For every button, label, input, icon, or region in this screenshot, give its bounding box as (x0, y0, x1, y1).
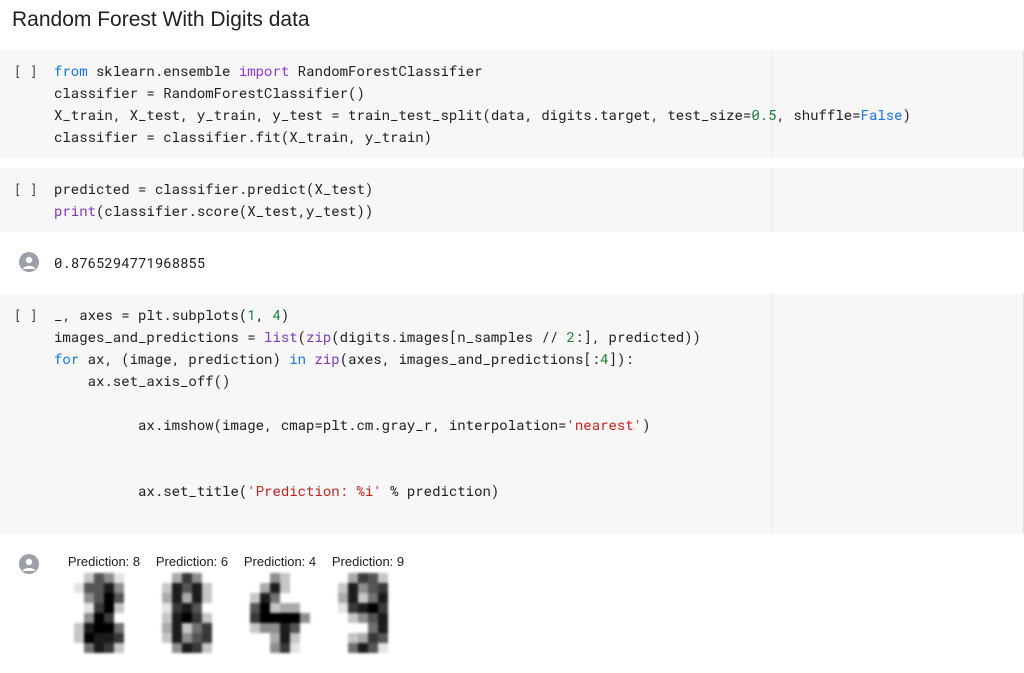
prediction-col-3: Prediction: 4 (240, 554, 320, 653)
cell-divider (772, 50, 773, 158)
digit-image-8 (64, 573, 144, 653)
output-cell-3: Prediction: 8 Prediction: 6 Prediction: … (0, 544, 1024, 663)
code-text: , shuffle= (777, 105, 861, 124)
kw-list: list (264, 327, 298, 346)
kw-print: print (54, 201, 96, 220)
code-line: classifier = RandomForestClassifier() (54, 82, 911, 104)
code-line: ax.set_axis_off() (54, 370, 701, 392)
code-cell-3[interactable]: [ ] _, axes = plt.subplots(1, 4) images_… (0, 294, 1024, 534)
kw-import: import (239, 61, 289, 80)
code-cell-2[interactable]: [ ] predicted = classifier.predict(X_tes… (0, 168, 1024, 232)
digit-image-4 (240, 573, 320, 653)
prediction-title: Prediction: 8 (64, 554, 144, 569)
digit-image-6 (152, 573, 232, 653)
code-text: ax.imshow(image, cmap=plt.cm.gray_r, int… (104, 415, 566, 434)
kw-from: from (54, 61, 88, 80)
prediction-col-2: Prediction: 6 (152, 554, 232, 653)
code-text: _, axes = plt.subplots( (54, 305, 247, 324)
cell-exec-indicator[interactable]: [ ] (14, 60, 44, 80)
code-text: ( (298, 327, 306, 346)
output-text: 0.8765294771968855 (44, 252, 205, 274)
kw-zip: zip (314, 349, 339, 368)
code-content[interactable]: predicted = classifier.predict(X_test) p… (44, 178, 373, 222)
page-title: Random Forest With Digits data (0, 0, 1024, 50)
code-text: sklearn.ensemble (88, 61, 239, 80)
code-text: ax, (image, prediction) (79, 349, 289, 368)
cell-divider (772, 294, 773, 534)
code-text: RandomForestClassifier (289, 61, 482, 80)
kw-in: in (289, 349, 306, 368)
code-line: predicted = classifier.predict(X_test) (54, 178, 373, 200)
code-text: (digits.images[n_samples // (331, 327, 566, 346)
code-text: ) (642, 415, 650, 434)
code-content[interactable]: from sklearn.ensemble import RandomFores… (44, 60, 911, 148)
cell-exec-indicator[interactable]: [ ] (14, 178, 44, 198)
prediction-title: Prediction: 6 (152, 554, 232, 569)
code-text: ) (281, 305, 289, 324)
num-literal: 1 (247, 305, 255, 324)
prediction-col-1: Prediction: 8 (64, 554, 144, 653)
prediction-row: Prediction: 8 Prediction: 6 Prediction: … (44, 554, 408, 653)
code-text: ) (903, 105, 911, 124)
str-literal: 'nearest' (567, 415, 643, 434)
output-cell-2: 0.8765294771968855 (0, 242, 1024, 284)
bool-literal: False (861, 105, 903, 124)
code-line: classifier = classifier.fit(X_train, y_t… (54, 126, 911, 148)
code-text: X_train, X_test, y_train, y_test = train… (54, 105, 751, 124)
code-cell-1[interactable]: [ ] from sklearn.ensemble import RandomF… (0, 50, 1024, 158)
prediction-col-4: Prediction: 9 (328, 554, 408, 653)
code-text: (classifier.score(X_test,y_test)) (96, 201, 373, 220)
avatar-icon (14, 554, 44, 574)
code-text: ]): (609, 349, 634, 368)
code-text: ax.set_title( (104, 481, 247, 500)
prediction-title: Prediction: 4 (240, 554, 320, 569)
code-text: , (256, 305, 273, 324)
num-literal: 4 (600, 349, 608, 368)
code-text: (axes, images_and_predictions[: (340, 349, 600, 368)
cell-divider (772, 168, 773, 232)
kw-zip: zip (306, 327, 331, 346)
cell-exec-indicator[interactable]: [ ] (14, 304, 44, 324)
code-text: :], predicted)) (575, 327, 701, 346)
str-literal: 'Prediction: %i' (247, 481, 381, 500)
avatar-icon (14, 252, 44, 272)
num-literal: 4 (272, 305, 280, 324)
code-text: images_and_predictions = (54, 327, 264, 346)
kw-for: for (54, 349, 79, 368)
code-text: % prediction) (382, 481, 500, 500)
digit-image-9 (328, 573, 408, 653)
code-content[interactable]: _, axes = plt.subplots(1, 4) images_and_… (44, 304, 701, 524)
num-literal: 2 (567, 327, 575, 346)
prediction-title: Prediction: 9 (328, 554, 408, 569)
